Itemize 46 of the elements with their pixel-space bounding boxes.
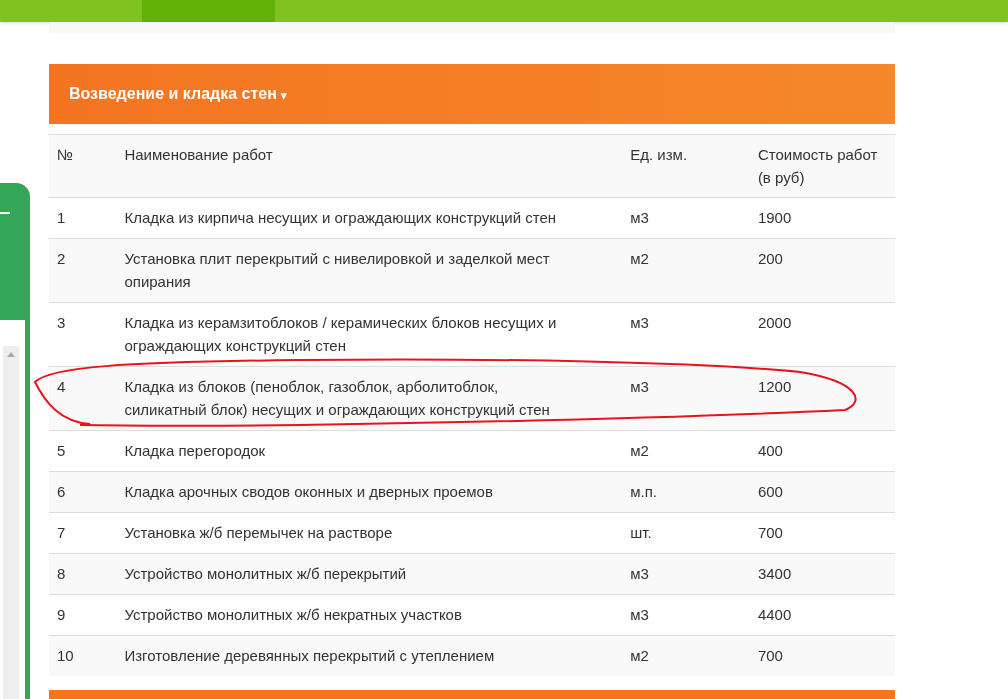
table-cell: Устройство монолитных ж/б некратных участков <box>116 594 623 636</box>
table-cell: 5 <box>49 430 117 472</box>
table-cell: Кладка из блоков (пеноблок, газоблок, арболитоблок, силикатный блок) несущих и ограждающих конструкций стен <box>116 366 623 431</box>
table-cell: 4 <box>49 366 117 431</box>
table-cell: м2 <box>622 635 750 676</box>
table-cell: 700 <box>749 512 895 554</box>
table-cell: м2 <box>622 430 750 472</box>
table-cell: Устройство монолитных ж/б перекрытий <box>116 553 623 595</box>
table-cell: 10 <box>49 635 117 676</box>
table-cell: м.п. <box>622 471 750 513</box>
table-cell: м3 <box>622 366 750 431</box>
column-header: Ед. изм. <box>622 134 750 198</box>
table-cell: Кладка арочных сводов оконных и дверных проемов <box>116 471 623 513</box>
table-cell: Установка ж/б перемычек на растворе <box>116 512 623 554</box>
table-cell: 6 <box>49 471 117 513</box>
table-cell: 200 <box>749 238 895 303</box>
table-cell: м3 <box>622 553 750 595</box>
table-cell: Установка плит перекрытий с нивелировкой и заделкой мест опирания <box>116 238 623 303</box>
table-cell: 700 <box>749 635 895 676</box>
table-cell: м2 <box>622 238 750 303</box>
table-cell: 400 <box>749 430 895 472</box>
table-cell: 2000 <box>749 302 895 367</box>
table-cell: 600 <box>749 471 895 513</box>
table-cell: 4400 <box>749 594 895 636</box>
table-cell: 1 <box>49 197 117 239</box>
table-cell: 9 <box>49 594 117 636</box>
column-header: № <box>49 134 117 198</box>
table-cell: м3 <box>622 197 750 239</box>
table-cell: Кладка из кирпича несущих и ограждающих конструкций стен <box>116 197 623 239</box>
section-header[interactable]: Возведение и кладка стен ▾ <box>49 64 895 124</box>
table-cell: Кладка из керамзитоблоков / керамических блоков несущих и ограждающих конструкций стен <box>116 302 623 367</box>
column-header: Стоимость работ (в руб) <box>749 134 895 198</box>
table-cell: м3 <box>622 302 750 367</box>
table-cell: Кладка перегородок <box>116 430 623 472</box>
table-cell: 2 <box>49 238 117 303</box>
table-cell: 3 <box>49 302 117 367</box>
table-cell: шт. <box>622 512 750 554</box>
table-cell: 1900 <box>749 197 895 239</box>
table-cell: 7 <box>49 512 117 554</box>
table-cell: Изготовление деревянных перекрытий с утеплением <box>116 635 623 676</box>
caret-icon: ▾ <box>281 89 288 101</box>
column-header: Наименование работ <box>116 134 623 198</box>
table-cell: м3 <box>622 594 750 636</box>
table-cell: 8 <box>49 553 117 595</box>
table-cell: 3400 <box>749 553 895 595</box>
table-cell: 1200 <box>749 366 895 431</box>
